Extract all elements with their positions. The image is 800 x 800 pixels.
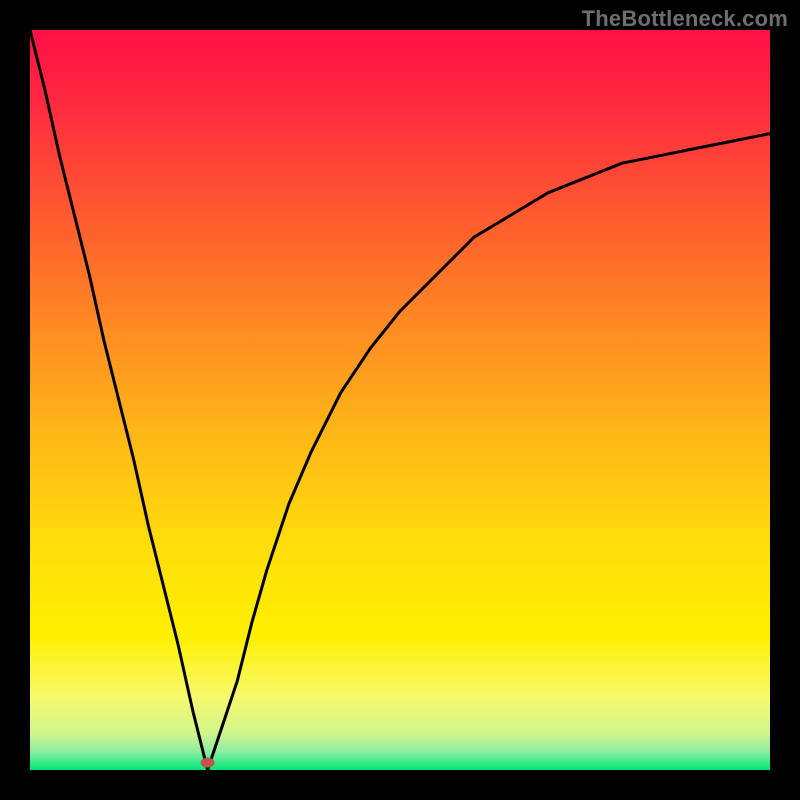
curve-minimum-marker — [201, 758, 215, 768]
plot-svg — [30, 30, 770, 770]
gradient-background — [30, 30, 770, 770]
watermark-text: TheBottleneck.com — [582, 6, 788, 32]
plot-area — [30, 30, 770, 770]
chart-frame: TheBottleneck.com — [0, 0, 800, 800]
